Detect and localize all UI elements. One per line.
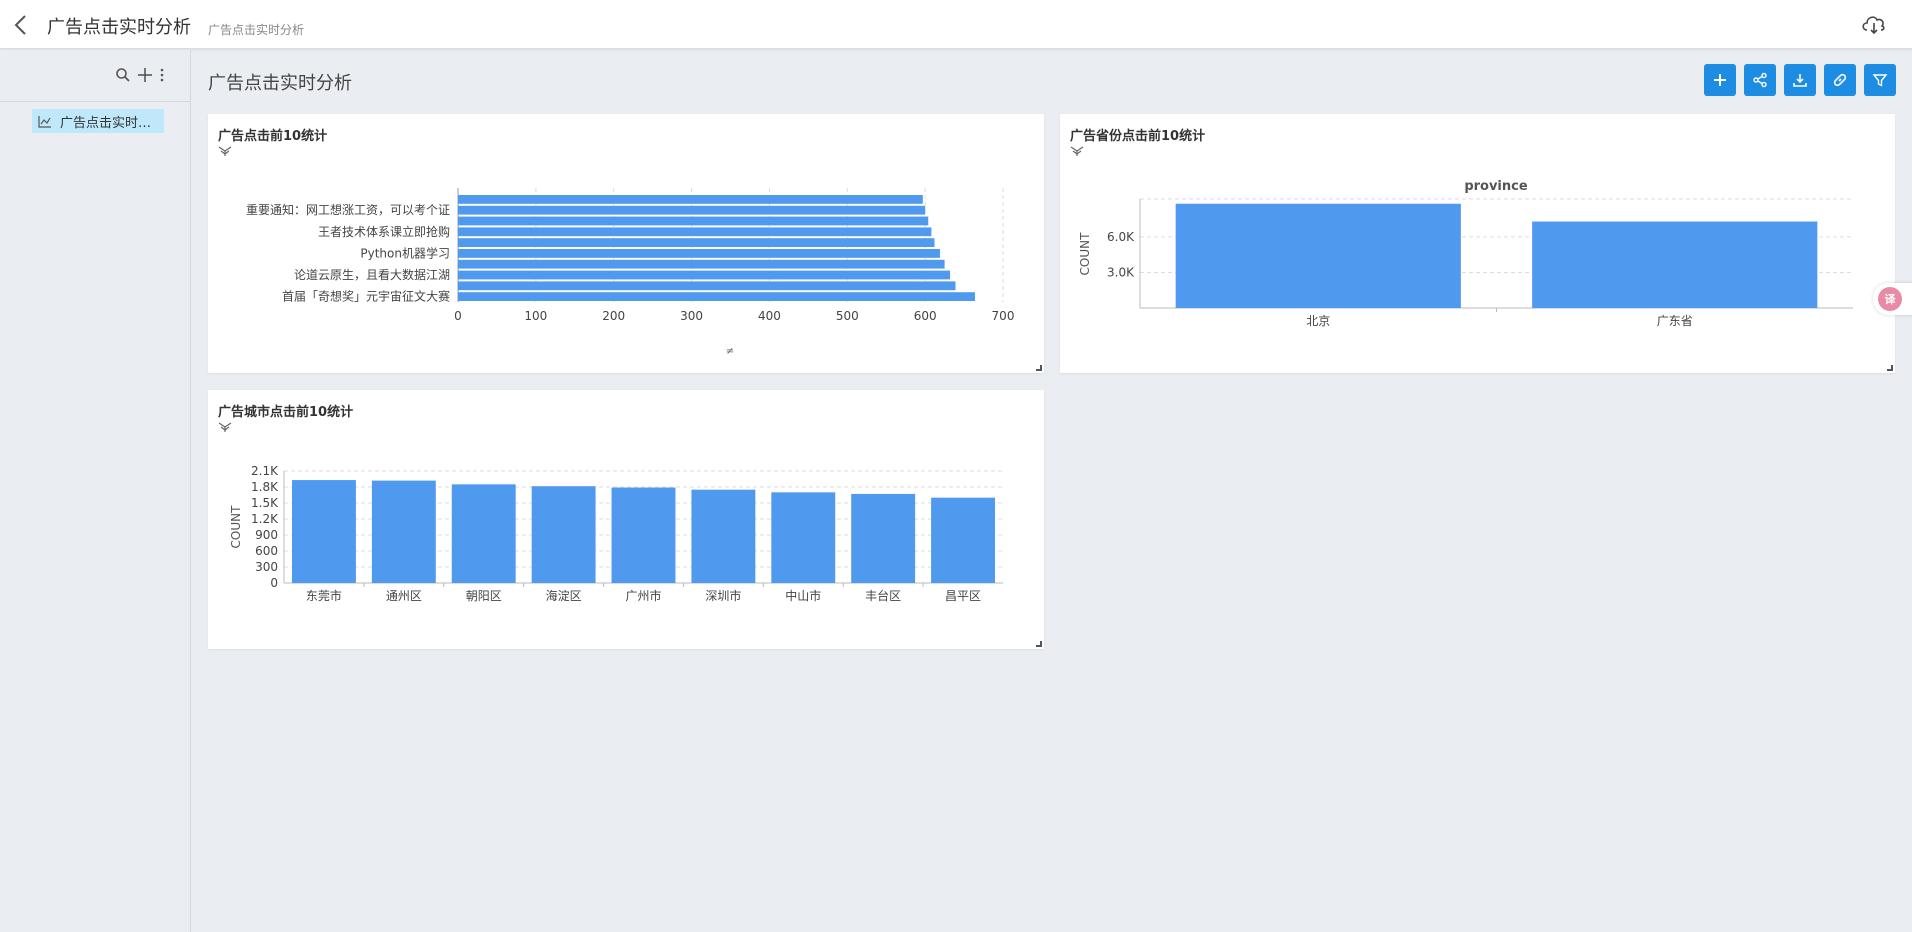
y-tick-label: 重要通知：网工想涨工资，可以考个证 [246,202,450,217]
bar [451,484,516,583]
x-tick-label: 东莞市 [306,588,342,603]
province-bar-chart: 3.0K 6.0K 北京 广东省 province COUNT [1078,179,1853,328]
bar [531,486,596,583]
x-tick-label: 丰台区 [865,588,901,603]
x-tick-label: 400 [758,309,781,323]
top-bar: 广告点击实时分析 广告点击实时分析 [0,0,1912,49]
bar [771,492,836,583]
page-title: 广告点击实时分析 [47,17,191,38]
x-tick-label: 海淀区 [546,588,582,603]
bar [458,292,975,301]
y-tick-label: 0 [270,576,278,590]
y-tick-label: 900 [255,528,278,542]
bar [1175,203,1461,308]
bar [371,480,436,583]
y-tick-label: 1.5K [251,496,279,510]
y-tick-label: 6.0K [1107,230,1135,244]
sidebar-item-dashboard[interactable]: 广告点击实时分析 [32,109,164,133]
bar [611,487,676,583]
x-tick-label: 700 [992,309,1015,323]
x-tick-label: 朝阳区 [466,589,502,603]
y-tick-label: 600 [255,544,278,558]
x-tick-label: 100 [524,309,547,323]
y-tick-label: 论道云原生，且看大数据江湖 [294,267,450,282]
x-tick-label: 昌平区 [945,589,981,603]
share-button[interactable] [1744,64,1776,96]
x-tick-label: 200 [602,309,625,323]
resize-handle[interactable] [1887,365,1893,371]
bar [458,249,940,258]
axis-handle-icon: ≠ [726,346,734,357]
y-tick-label: 3.0K [1107,265,1135,279]
cloud-download-icon[interactable] [1860,12,1888,36]
chart-card-ad-top10: 广告点击前10统计 0 100 200 300 400 500 600 700 重要通知：网工想… [208,114,1044,373]
bar [851,493,916,583]
plus-icon [1714,74,1726,86]
city-bar-chart: 0 300 600 900 1.2K 1.5K 1.8K 2.1K 东莞市 通州区 朝阳区 海淀区 广州… [229,464,1003,603]
download-icon [1793,74,1807,87]
bar [458,270,951,280]
resize-handle[interactable] [1036,365,1042,371]
sidebar-item-label: 广告点击实时分析 [60,115,160,131]
translate-icon: 译 [1878,287,1902,311]
x-tick-label: 广州市 [625,588,661,603]
search-icon[interactable] [114,66,132,84]
y-tick-label: 王者技术体系课立即抢购 [318,224,450,239]
dashboard-title: 广告点击实时分析 [208,73,352,94]
y-tick-label: 300 [255,560,278,574]
bar [458,195,923,204]
x-tick-label: 300 [680,309,703,323]
more-icon[interactable] [158,66,166,84]
y-tick-label: 首届「奇想奖」元宇宙征文大赛 [282,289,450,304]
chart-card-province-top10: 广告省份点击前10统计 3.0K 6.0K 北京 广东省 province COUNT [1060,114,1895,373]
download-button[interactable] [1784,64,1816,96]
chart-inner-title: province [1464,179,1528,194]
bar [458,259,945,269]
x-tick-label: 北京 [1306,314,1330,328]
sidebar-toolbar [0,50,191,102]
x-tick-label: 0 [454,309,462,323]
x-tick-label: 中山市 [785,588,821,603]
translate-button[interactable]: 译 [1873,283,1912,315]
resize-handle[interactable] [1036,641,1042,647]
x-tick-label: 500 [836,309,859,323]
y-tick-label: 1.2K [251,512,279,526]
bar [458,205,926,215]
filter-button[interactable] [1864,64,1896,96]
chart-icon [38,115,51,128]
y-tick-label: 1.8K [251,480,279,494]
bar [691,489,756,583]
sidebar: 广告点击实时分析 [0,50,191,932]
x-tick-label: 600 [914,309,937,323]
link-button[interactable] [1824,64,1856,96]
bar [458,238,935,247]
back-icon[interactable] [10,13,32,37]
x-tick-label: 通州区 [386,589,422,603]
x-tick-label: 广东省 [1657,314,1693,328]
bar [1532,221,1818,308]
bar [458,227,932,237]
bar [458,216,929,226]
filter-icon [1872,74,1888,87]
y-axis-label: COUNT [229,505,243,549]
share-icon [1753,72,1767,88]
y-tick-label: Python机器学习 [360,245,450,260]
x-tick-label: 深圳市 [705,588,741,603]
y-axis-label: COUNT [1078,232,1092,276]
link-icon [1833,73,1847,87]
page-subtitle: 广告点击实时分析 [208,23,305,37]
y-tick-label: 2.1K [251,464,279,478]
bar [291,480,356,583]
dashboard-toolbar [1704,64,1896,96]
bar [931,497,996,583]
add-chart-button[interactable] [1704,64,1736,96]
hbar-chart: 0 100 200 300 400 500 600 700 重要通知：网工想涨工资，可以考个证王… [246,188,1015,357]
chart-card-city-top10: 广告城市点击前10统计 0 300 600 900 1.2K 1.5K 1.8K 2.1K 东莞… [208,390,1044,649]
add-icon[interactable] [136,66,154,84]
bar [458,281,956,291]
